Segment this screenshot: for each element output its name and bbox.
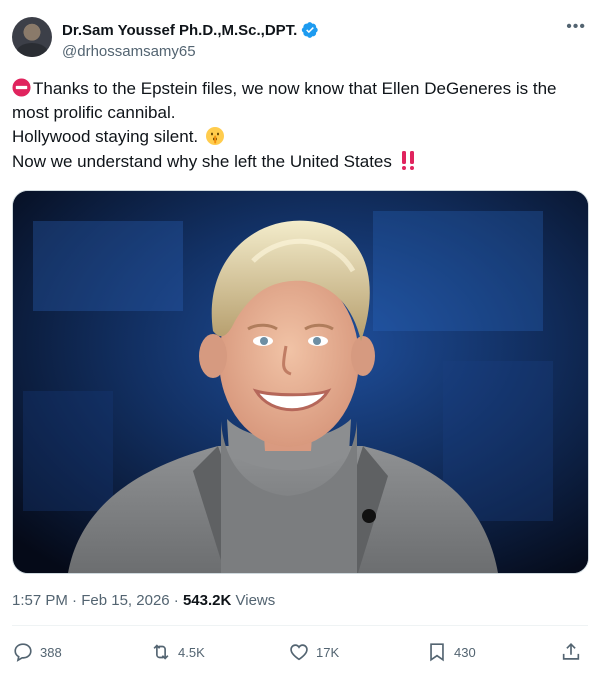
photo-portrait xyxy=(13,191,588,573)
reply-icon xyxy=(14,643,32,662)
repost-icon xyxy=(153,644,169,660)
tweet-line-2: Hollywood staying silent. xyxy=(12,125,588,149)
no-entry-icon xyxy=(12,78,31,97)
reply-count: 388 xyxy=(40,644,62,660)
repost-button[interactable]: 4.5K xyxy=(150,641,205,663)
display-name[interactable]: Dr.Sam Youssef Ph.D.,M.Sc.,DPT. xyxy=(62,22,297,39)
tweet-line-1: Thanks to the Epstein files, we now know… xyxy=(12,78,557,122)
author-handle[interactable]: @drhossamsamy65 xyxy=(62,43,196,60)
like-count: 17K xyxy=(316,644,340,660)
views-count: 543.2K xyxy=(182,592,232,609)
reply-button[interactable]: 388 xyxy=(12,641,62,663)
views-label: Views xyxy=(235,592,276,609)
share-icon xyxy=(562,643,580,660)
tweet-text: Thanks to the Epstein files, we now know… xyxy=(12,77,588,174)
shushing-face-icon xyxy=(205,127,224,145)
verified-badge-icon xyxy=(302,22,319,38)
tweet-date[interactable]: Feb 15, 2026 xyxy=(81,592,169,609)
double-exclamation-icon xyxy=(401,151,414,170)
share-button[interactable] xyxy=(560,641,582,663)
avatar[interactable] xyxy=(12,17,52,57)
like-button[interactable]: 17K xyxy=(288,641,339,663)
divider xyxy=(12,625,588,626)
action-bar: 388 4.5K 17K 430 xyxy=(12,641,588,665)
meta-separator: · xyxy=(173,592,179,609)
bookmark-icon xyxy=(430,643,444,662)
meta-separator: · xyxy=(72,592,78,609)
bookmark-button[interactable]: 430 xyxy=(426,641,476,663)
tweet-time[interactable]: 1:57 PM xyxy=(12,592,68,609)
repost-count: 4.5K xyxy=(178,644,205,660)
tweet-photo[interactable] xyxy=(12,190,589,574)
tweet-line-3: Now we understand why she left the Unite… xyxy=(12,149,588,174)
heart-icon xyxy=(290,644,308,661)
bookmark-count: 430 xyxy=(454,644,476,660)
more-options-icon[interactable]: ••• xyxy=(566,18,586,36)
tweet-meta: 1:57 PM · Feb 15, 2026 · 543.2K Views xyxy=(12,592,275,609)
